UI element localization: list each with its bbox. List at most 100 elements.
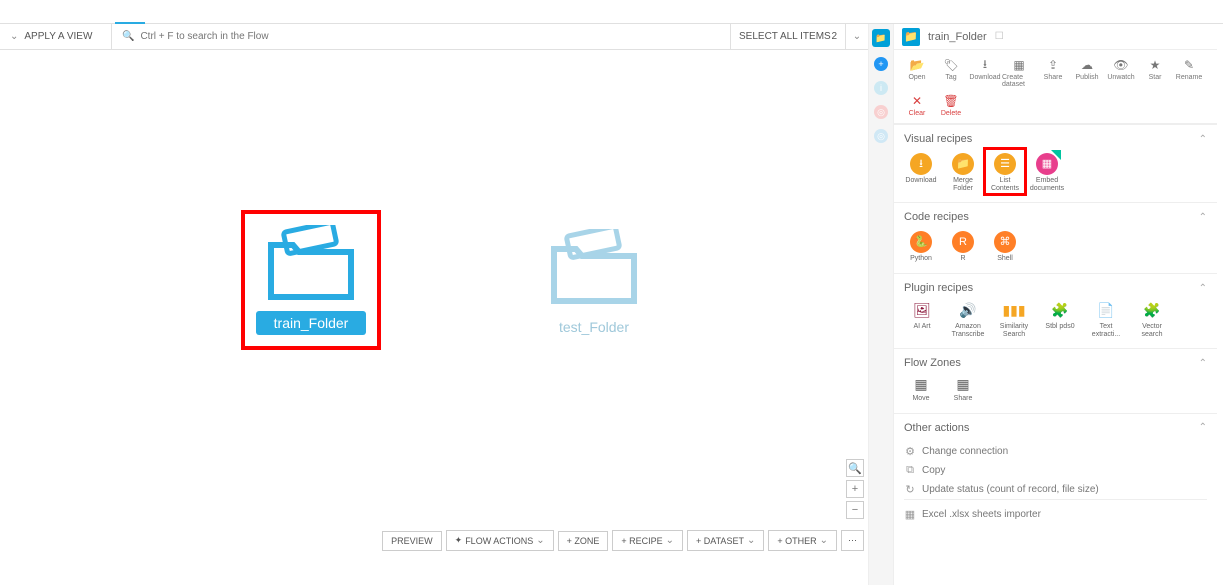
code-recipe-r[interactable]: RR (946, 231, 980, 263)
flowzone-share[interactable]: ▦Share (946, 377, 980, 402)
python-icon: 🐍 (910, 231, 932, 253)
canvas-topbar: ⌄ APPLY A VIEW 🔍 SELECT ALL ITEMS 2 ⌄ (0, 24, 868, 50)
embed-icon: ▦ (1036, 153, 1058, 175)
chevron-down-icon: ⌄ (747, 535, 755, 546)
puzzle-icon: 🧩 (1142, 302, 1162, 320)
section-header[interactable]: Plugin recipes ⌃ (904, 282, 1207, 294)
plugin-recipes-section: Plugin recipes ⌃ 🖼AI Art 🔊Amazon Transcr… (894, 273, 1217, 348)
code-recipe-python[interactable]: 🐍Python (904, 231, 938, 263)
top-strip (0, 0, 1223, 24)
apply-view-button[interactable]: ⌄ APPLY A VIEW (0, 24, 112, 49)
delete-action[interactable]: 🗑Delete (934, 92, 968, 121)
rail-dot-2[interactable]: ◎ (874, 105, 888, 119)
x-icon: ✕ (912, 94, 922, 108)
chevron-down-icon: ⌄ (536, 535, 544, 546)
rename-action[interactable]: ✎Rename (1172, 56, 1206, 92)
section-title: Visual recipes (904, 133, 972, 145)
section-header[interactable]: Other actions ⌃ (904, 422, 1207, 434)
chevron-up-icon: ⌃ (1199, 134, 1207, 145)
section-title: Flow Zones (904, 357, 961, 369)
section-header[interactable]: Flow Zones ⌃ (904, 357, 1207, 369)
plugin-text-extract[interactable]: 📄Text extracti... (1088, 302, 1124, 338)
search-input[interactable] (140, 31, 730, 42)
flow-canvas[interactable]: ⌄ APPLY A VIEW 🔍 SELECT ALL ITEMS 2 ⌄ tr… (0, 24, 868, 585)
plugin-similarity-search[interactable]: ▮▮▮Similarity Search (996, 302, 1032, 338)
vertical-tab-rail: 📁 + i ◎ ◎ (868, 24, 894, 585)
add-recipe-button[interactable]: + RECIPE⌄ (612, 530, 683, 551)
search-zoom-button[interactable]: 🔍 (846, 459, 864, 477)
dataset-icon: ▦ (1013, 58, 1024, 72)
flowzone-move[interactable]: ▦Move (904, 377, 938, 402)
plugin-vector-search[interactable]: 🧩Vector search (1134, 302, 1170, 338)
visual-recipes-section: Visual recipes ⌃ ⭳Download 📁Merge Folder… (894, 124, 1217, 202)
rail-dot-3[interactable]: ◎ (874, 129, 888, 143)
section-header[interactable]: Code recipes ⌃ (904, 211, 1207, 223)
section-title: Code recipes (904, 211, 969, 223)
move-icon: ▦ (914, 377, 927, 392)
share-action[interactable]: ⇪Share (1036, 56, 1070, 92)
chevron-down-icon: ⌄ (853, 31, 861, 42)
other-action-update-status[interactable]: ↻Update status (count of record, file si… (904, 480, 1207, 499)
create-dataset-action[interactable]: ▦Create dataset (1002, 56, 1036, 92)
puzzle-icon: 🧩 (1050, 302, 1070, 320)
open-action[interactable]: 📂Open (900, 56, 934, 92)
flow-item-label: test_Folder (541, 315, 647, 339)
visual-recipe-embed-documents[interactable]: ▦Embed documents (1030, 153, 1064, 192)
share-icon: ▦ (956, 377, 969, 392)
rail-add-tab[interactable]: + (874, 57, 888, 71)
folder-icon (544, 229, 644, 309)
wand-icon: ✦ (455, 535, 463, 546)
visual-recipe-download[interactable]: ⭳Download (904, 153, 938, 192)
chevron-up-icon: ⌃ (1199, 212, 1207, 223)
publish-action[interactable]: ☁Publish (1070, 56, 1104, 92)
trash-icon: 🗑 (943, 94, 958, 108)
other-action-copy[interactable]: ⧉Copy (904, 461, 1207, 480)
tag-icon: 🏷 (943, 58, 958, 72)
plugin-stbi[interactable]: 🧩Stbl pds0 (1042, 302, 1078, 338)
r-icon: R (952, 231, 974, 253)
visual-recipe-merge-folder[interactable]: 📁Merge Folder (946, 153, 980, 192)
shell-icon: ⌘ (994, 231, 1016, 253)
select-chevron-button[interactable]: ⌄ (846, 24, 868, 49)
other-action-excel-importer[interactable]: ▦Excel .xlsx sheets importer (904, 505, 1207, 524)
unwatch-action[interactable]: 👁Unwatch (1104, 56, 1138, 92)
edit-icon[interactable]: ☐ (995, 31, 1004, 42)
section-title: Other actions (904, 422, 969, 434)
preview-button[interactable]: PREVIEW (382, 531, 442, 551)
select-count: 2 (831, 31, 837, 42)
flow-item-train-folder[interactable]: train_Folder (241, 210, 381, 350)
panel-header: 📁 train_Folder ☐ (894, 24, 1217, 50)
canvas-bottom-toolbar: PREVIEW ✦FLOW ACTIONS⌄ + ZONE + RECIPE⌄ … (382, 530, 864, 551)
add-zone-button[interactable]: + ZONE (558, 531, 609, 551)
rail-dot-1[interactable]: i (874, 81, 888, 95)
more-button[interactable]: ⋯ (841, 530, 864, 551)
other-action-change-connection[interactable]: ⚙Change connection (904, 442, 1207, 461)
select-all-items-button[interactable]: SELECT ALL ITEMS 2 (731, 24, 846, 49)
chevron-up-icon: ⌃ (1199, 283, 1207, 294)
chevron-down-icon: ⌄ (10, 31, 18, 42)
zoom-in-button[interactable]: + (846, 480, 864, 498)
flow-actions-button[interactable]: ✦FLOW ACTIONS⌄ (446, 530, 554, 551)
barcode-icon: ▮▮▮ (1004, 302, 1024, 320)
star-action[interactable]: ★Star (1138, 56, 1172, 92)
apply-view-label: APPLY A VIEW (24, 31, 92, 42)
add-other-button[interactable]: + OTHER⌄ (768, 530, 837, 551)
flow-item-test-folder[interactable]: test_Folder (524, 214, 664, 354)
copy-icon: ⧉ (904, 464, 916, 477)
clear-action[interactable]: ✕Clear (900, 92, 934, 121)
tag-action[interactable]: 🏷Tag (934, 56, 968, 92)
zoom-out-button[interactable]: − (846, 501, 864, 519)
flow-search[interactable]: 🔍 (112, 24, 731, 49)
image-icon: 🖼 (912, 302, 932, 320)
plugin-amazon-transcribe[interactable]: 🔊Amazon Transcribe (950, 302, 986, 338)
section-header[interactable]: Visual recipes ⌃ (904, 133, 1207, 145)
share-icon: ⇪ (1048, 58, 1058, 72)
download-action[interactable]: ⭳Download (968, 56, 1002, 92)
visual-recipe-list-contents[interactable]: ☰List Contents (988, 153, 1022, 192)
plugin-ai-art[interactable]: 🖼AI Art (904, 302, 940, 338)
rail-folder-tab[interactable]: 📁 (872, 29, 890, 47)
code-recipe-shell[interactable]: ⌘Shell (988, 231, 1022, 263)
document-icon: 📄 (1096, 302, 1116, 320)
add-dataset-button[interactable]: + DATASET⌄ (687, 530, 764, 551)
download-icon: ⭳ (910, 153, 932, 175)
